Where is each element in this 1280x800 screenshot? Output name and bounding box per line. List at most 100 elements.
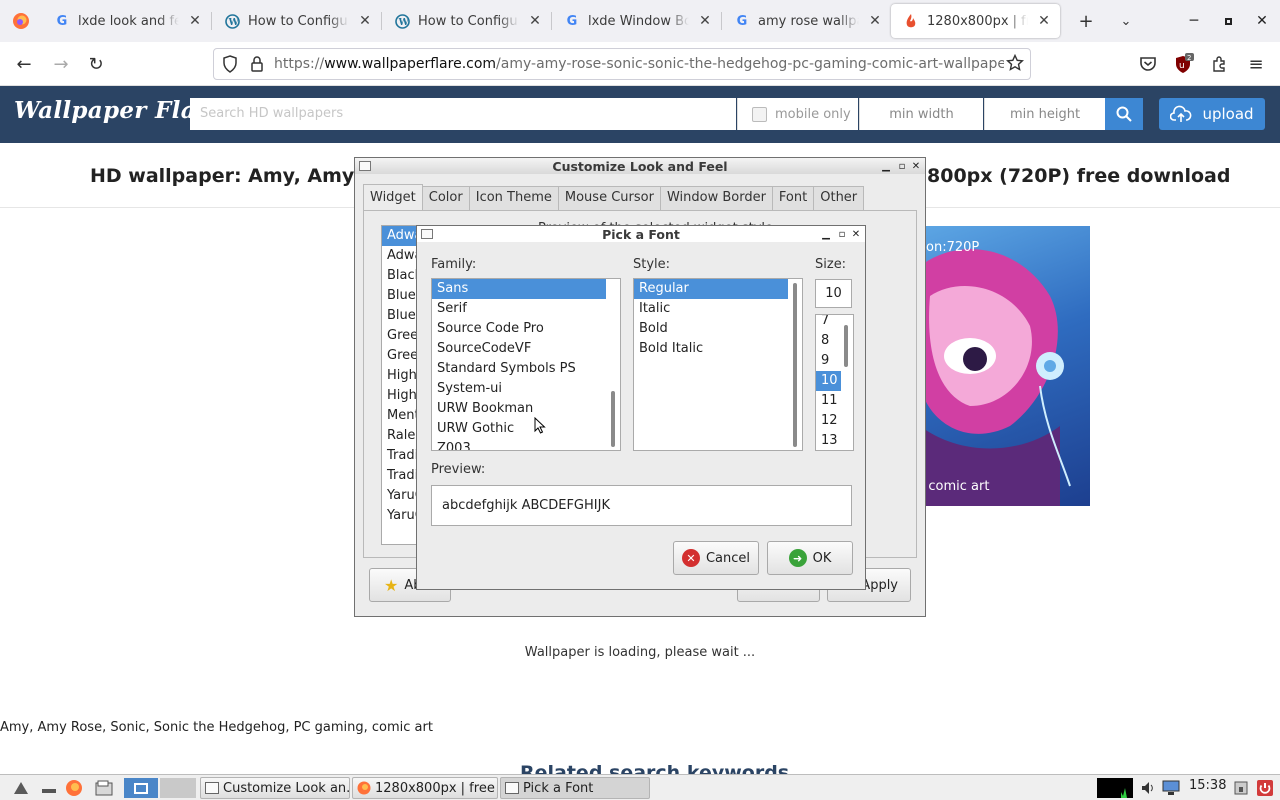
tab-color[interactable]: Color (421, 186, 470, 210)
browser-tab[interactable]: W How to Configure the ✕ (382, 0, 551, 42)
minimize-icon[interactable]: ─ (1177, 0, 1211, 42)
font-size-input[interactable]: 10 (815, 279, 852, 308)
list-item[interactable]: Bold Italic (634, 339, 802, 359)
show-desktop-icon[interactable] (38, 778, 60, 798)
clock[interactable]: 15:38 (1189, 778, 1226, 793)
browser-tab[interactable]: G lxde look and feel ✕ (42, 0, 211, 42)
search-input[interactable]: Search HD wallpapers (190, 98, 736, 130)
font-size-list[interactable]: 7 8 9 10 11 12 13 (815, 314, 854, 451)
close-icon[interactable]: ✕ (697, 13, 713, 29)
list-item[interactable]: Serif (432, 299, 620, 319)
tab-font[interactable]: Font (771, 186, 815, 210)
back-arrow-icon[interactable]: ← (10, 50, 38, 78)
list-item[interactable]: 10 (816, 371, 841, 391)
list-item[interactable]: 12 (816, 411, 841, 431)
close-icon[interactable]: ✕ (909, 158, 923, 174)
mobile-only-checkbox[interactable]: mobile only (737, 98, 858, 130)
list-item[interactable]: 7 (816, 315, 841, 331)
font-family-list[interactable]: Sans Serif Source Code Pro SourceCodeVF … (431, 278, 621, 451)
firefox-launcher-icon[interactable] (63, 778, 85, 798)
close-icon[interactable]: ✕ (849, 226, 863, 242)
new-tab-plus-icon[interactable]: + (1066, 0, 1106, 42)
list-item[interactable]: 8 (816, 331, 841, 351)
list-item[interactable]: 13 (816, 431, 841, 450)
close-icon[interactable]: ✕ (357, 13, 373, 29)
min-width-input[interactable]: min width (859, 98, 983, 130)
pocket-icon[interactable] (1134, 50, 1162, 78)
file-manager-icon[interactable] (93, 778, 115, 798)
scrollbar[interactable] (608, 281, 618, 448)
font-preview-input[interactable]: abcdefghijk ABCDEFGHIJK (431, 485, 852, 526)
network-icon[interactable] (1160, 778, 1182, 798)
browser-tab[interactable]: W How to Configure the ✕ (212, 0, 381, 42)
search-button[interactable] (1105, 98, 1143, 130)
scrollbar-thumb[interactable] (844, 325, 848, 367)
checkbox-icon[interactable] (752, 106, 767, 122)
list-all-tabs-chevron-icon[interactable]: ⌄ (1106, 0, 1146, 42)
list-item[interactable]: 9 (816, 351, 841, 371)
list-item[interactable]: SourceCodeVF (432, 339, 620, 359)
maximize-icon[interactable]: ▫ (895, 158, 909, 174)
tab-mouse-cursor[interactable]: Mouse Cursor (557, 186, 661, 210)
close-icon[interactable]: ✕ (527, 13, 543, 29)
list-item[interactable]: System-ui (432, 379, 620, 399)
upload-button[interactable]: upload (1159, 98, 1265, 130)
list-item[interactable]: URW Gothic (432, 419, 620, 439)
tab-icon-theme[interactable]: Icon Theme (468, 186, 559, 210)
list-item[interactable]: Regular (634, 279, 788, 299)
ok-button[interactable]: ➜ OK (767, 541, 853, 575)
svg-text:W: W (397, 18, 409, 28)
minimize-icon[interactable]: ▁ (879, 158, 893, 174)
workspace-2-icon[interactable] (160, 778, 196, 798)
tab-widget[interactable]: Widget (363, 184, 423, 210)
lock-icon[interactable] (250, 55, 264, 77)
volume-icon[interactable] (1137, 778, 1159, 798)
list-item[interactable]: Sans (432, 279, 606, 299)
min-height-input[interactable]: min height (984, 98, 1105, 130)
font-style-list[interactable]: Regular Italic Bold Bold Italic (633, 278, 803, 451)
maximize-icon[interactable]: ▫ (835, 226, 849, 242)
cancel-button[interactable]: ✕ Cancel (673, 541, 759, 575)
list-item[interactable]: URW Bookman (432, 399, 620, 419)
extensions-puzzle-icon[interactable] (1206, 50, 1234, 78)
taskbar-item-customize[interactable]: Customize Look an... (200, 777, 350, 799)
list-item[interactable]: Standard Symbols PS (432, 359, 620, 379)
list-item[interactable]: Source Code Pro (432, 319, 620, 339)
shield-icon[interactable] (222, 55, 238, 77)
wallpaper-preview-image[interactable]: on:720P ing, comic art (900, 226, 1090, 506)
close-icon[interactable]: ✕ (867, 13, 883, 29)
reload-icon[interactable]: ↻ (82, 50, 110, 78)
lock-screen-icon[interactable] (1230, 778, 1252, 798)
tab-window-border[interactable]: Window Border (659, 186, 773, 210)
list-item[interactable]: 11 (816, 391, 841, 411)
workspace-1-icon[interactable] (124, 778, 158, 798)
tab-other[interactable]: Other (813, 186, 865, 210)
bookmark-star-icon[interactable] (1005, 53, 1025, 76)
list-item[interactable]: Bold (634, 319, 802, 339)
taskbar-item-firefox[interactable]: 1280x800px | free ... (352, 777, 498, 799)
browser-tab[interactable]: G amy rose wallpaper ✕ (722, 0, 891, 42)
list-item[interactable]: Z003 (432, 439, 620, 450)
scrollbar[interactable] (790, 281, 800, 448)
hamburger-menu-icon[interactable]: ≡ (1242, 50, 1270, 78)
scrollbar-thumb[interactable] (793, 283, 797, 447)
dialog-titlebar[interactable]: Customize Look and Feel ▁ ▫ ✕ (355, 158, 925, 174)
maximize-icon[interactable] (1211, 0, 1245, 42)
firefox-menu-icon[interactable] (0, 0, 42, 42)
forward-arrow-icon[interactable]: → (47, 50, 75, 78)
scrollbar[interactable] (841, 317, 851, 448)
dialog-titlebar[interactable]: Pick a Font ▁ ▫ ✕ (417, 226, 865, 242)
scrollbar-thumb[interactable] (611, 391, 615, 447)
browser-tab-active[interactable]: 1280x800px | free ✕ (891, 4, 1060, 38)
taskbar-item-pick-a-font[interactable]: Pick a Font (500, 777, 650, 799)
close-icon[interactable]: ✕ (1036, 13, 1052, 29)
browser-tab[interactable]: G lxde Window Border ✕ (552, 0, 721, 42)
ublock-origin-icon[interactable]: u2 (1170, 50, 1198, 78)
logout-power-icon[interactable] (1254, 778, 1276, 798)
close-window-icon[interactable]: ✕ (1245, 0, 1279, 42)
list-item[interactable]: Italic (634, 299, 802, 319)
url-bar[interactable]: https://www.wallpaperflare.com/amy-amy-r… (213, 48, 1031, 80)
start-menu-icon[interactable] (10, 778, 32, 798)
minimize-icon[interactable]: ▁ (819, 226, 833, 242)
close-icon[interactable]: ✕ (187, 13, 203, 29)
